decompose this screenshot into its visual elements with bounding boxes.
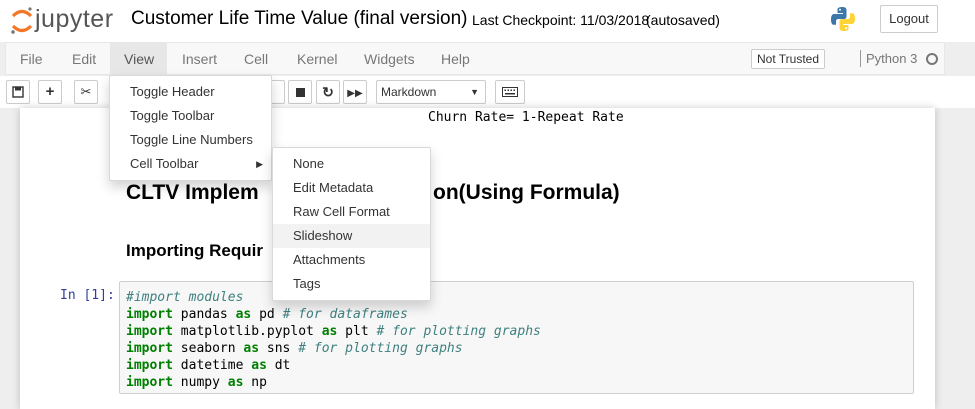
churn-rate-text: Churn Rate= 1-Repeat Rate	[428, 110, 624, 125]
menu-item-toggle-toolbar[interactable]: Toggle Toolbar	[110, 104, 271, 128]
header: jupyter Customer Life Time Value (final …	[0, 0, 975, 42]
command-palette-button[interactable]	[495, 80, 525, 104]
jupyter-logo-icon[interactable]	[10, 6, 34, 36]
code-alias: plt	[337, 324, 377, 339]
keyword-import: import	[126, 324, 173, 339]
cell-toolbar-submenu: None Edit Metadata Raw Cell Format Slide…	[272, 147, 431, 301]
code-alias: dt	[266, 358, 291, 373]
kernel-separator	[860, 50, 861, 67]
keyword-import: import	[126, 307, 173, 322]
keyword-as: as	[227, 375, 244, 390]
keyword-as: as	[321, 324, 338, 339]
menu-widgets[interactable]: Widgets	[350, 43, 429, 75]
keyword-import: import	[126, 341, 173, 356]
menu-kernel[interactable]: Kernel	[283, 43, 351, 75]
menu-cell[interactable]: Cell	[230, 43, 282, 75]
kernel-name[interactable]: Python 3	[866, 51, 917, 66]
heading-cltv-start: CLTV Implem	[126, 181, 259, 204]
jupyter-logo-text[interactable]: jupyter	[35, 5, 114, 34]
logout-button[interactable]: Logout	[880, 5, 938, 33]
autosave-status: (autosaved)	[646, 12, 720, 28]
menu-edit[interactable]: Edit	[58, 43, 110, 75]
submenu-item-edit-metadata[interactable]: Edit Metadata	[273, 176, 430, 200]
notebook-title[interactable]: Customer Life Time Value (final version)	[131, 8, 468, 30]
view-menu-dropdown: Toggle Header Toggle Toolbar Toggle Line…	[109, 75, 272, 181]
cell-type-select[interactable]: Markdown ▼	[376, 80, 486, 104]
save-button[interactable]	[6, 80, 30, 104]
add-cell-icon: +	[45, 83, 55, 100]
submenu-arrow-icon: ▶	[256, 159, 263, 169]
code-module: pandas	[172, 307, 236, 322]
keyword-as: as	[235, 307, 252, 322]
restart-button[interactable]: ↻	[316, 80, 340, 104]
save-icon	[12, 86, 24, 98]
restart-icon: ↻	[322, 84, 334, 100]
code-alias: sns	[259, 341, 299, 356]
restart-run-all-button[interactable]: ▶▶	[343, 80, 367, 104]
menu-help[interactable]: Help	[427, 43, 484, 75]
submenu-item-attachments[interactable]: Attachments	[273, 248, 430, 272]
code-comment: # for plotting graphs	[298, 341, 463, 356]
input-prompt: In [1]:	[60, 288, 115, 303]
kernel-idle-indicator-icon	[926, 53, 938, 65]
code-module: datetime	[172, 358, 252, 373]
cut-icon: ✂	[80, 84, 92, 99]
heading-cltv-end: on(Using Formula)	[433, 181, 620, 204]
menu-file[interactable]: File	[6, 43, 57, 75]
keyword-import: import	[126, 375, 173, 390]
code-content[interactable]: #import modules import pandas as pd # fo…	[126, 289, 541, 391]
menu-item-toggle-line-numbers[interactable]: Toggle Line Numbers	[110, 128, 271, 152]
submenu-item-tags[interactable]: Tags	[273, 272, 430, 296]
keyboard-icon	[502, 87, 518, 97]
keyword-import: import	[126, 358, 173, 373]
insert-cell-button[interactable]: +	[38, 80, 62, 104]
stop-icon	[295, 88, 305, 97]
menu-item-toggle-header[interactable]: Toggle Header	[110, 80, 271, 104]
select-arrow-icon: ▼	[470, 87, 479, 97]
submenu-item-slideshow[interactable]: Slideshow	[273, 224, 430, 248]
code-module: seaborn	[172, 341, 244, 356]
submenu-item-raw-cell-format[interactable]: Raw Cell Format	[273, 200, 430, 224]
interrupt-button[interactable]	[288, 80, 312, 104]
fast-forward-icon: ▶▶	[347, 88, 363, 99]
code-alias: pd	[251, 307, 283, 322]
code-comment: # for plotting graphs	[376, 324, 541, 339]
menu-item-cell-toolbar[interactable]: Cell Toolbar ▶	[110, 152, 271, 176]
menu-view[interactable]: View	[110, 43, 167, 75]
code-module: matplotlib.pyplot	[172, 324, 322, 339]
cut-button[interactable]: ✂	[74, 80, 98, 104]
checkpoint-status: Last Checkpoint: 11/03/2018	[472, 12, 650, 28]
menu-insert[interactable]: Insert	[168, 43, 231, 75]
code-module: numpy	[172, 375, 228, 390]
keyword-as: as	[251, 358, 267, 373]
submenu-item-none[interactable]: None	[273, 152, 430, 176]
code-comment: #import modules	[126, 290, 244, 305]
code-alias: np	[243, 375, 267, 390]
not-trusted-button[interactable]: Not Trusted	[751, 49, 826, 69]
python-logo-icon	[831, 7, 855, 31]
heading-importing: Importing Requir	[126, 241, 263, 260]
keyword-as: as	[243, 341, 260, 356]
menubar: File Edit View Insert Cell Kernel Widget…	[5, 42, 945, 75]
code-comment: # for dataframes	[282, 307, 408, 322]
menu-item-cell-toolbar-label: Cell Toolbar	[130, 156, 199, 171]
cell-type-value: Markdown	[381, 85, 437, 99]
